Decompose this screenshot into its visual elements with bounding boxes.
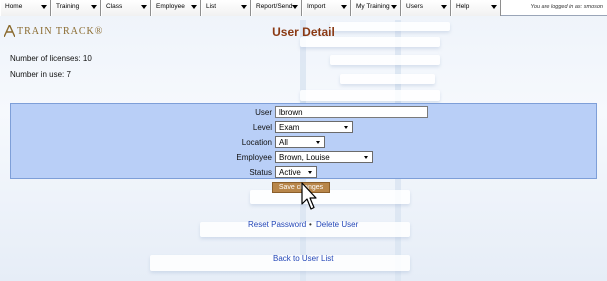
location-selected-value: All — [279, 138, 288, 147]
status-label: Status — [249, 168, 272, 177]
chevron-down-icon — [292, 5, 298, 9]
user-label: User — [255, 108, 272, 117]
user-row: User — [11, 106, 598, 119]
menu-help[interactable]: Help — [451, 0, 501, 16]
level-label: Level — [252, 123, 272, 132]
level-row: Level Exam — [11, 121, 598, 134]
rail-sleeper — [330, 55, 440, 65]
license-in-use: Number in use: 7 — [10, 70, 71, 79]
location-row: Location All — [11, 136, 598, 149]
employee-selected-value: Brown, Louise — [279, 153, 330, 162]
menu-report-send-label: Report/Send — [256, 3, 293, 10]
delete-user-link[interactable]: Delete User — [316, 220, 358, 229]
reset-password-link[interactable]: Reset Password — [248, 220, 306, 229]
status-row: Status Active — [11, 166, 598, 179]
menu-class[interactable]: Class — [101, 0, 151, 16]
chevron-down-icon — [141, 5, 147, 9]
chevron-down-icon — [344, 126, 348, 129]
menu-training[interactable]: Training — [51, 0, 101, 16]
menu-users[interactable]: Users — [401, 0, 451, 16]
user-input[interactable] — [275, 106, 428, 118]
menu-users-label: Users — [406, 3, 423, 10]
menu-training-label: Training — [56, 3, 80, 10]
employee-label: Employee — [236, 153, 272, 162]
menu-import-label: Import — [307, 3, 326, 10]
menu-import[interactable]: Import — [302, 0, 351, 16]
menu-report-send[interactable]: Report/Send — [251, 0, 302, 16]
main-menu-bar: Home Training Class Employee List Report… — [0, 0, 607, 16]
login-status: You are logged in as: smoson — [530, 4, 603, 10]
menu-my-training[interactable]: My Training — [351, 0, 401, 16]
license-count: Number of licenses: 10 — [10, 54, 92, 63]
menu-list[interactable]: List — [201, 0, 251, 16]
chevron-down-icon — [364, 156, 368, 159]
menu-employee[interactable]: Employee — [151, 0, 201, 16]
level-select[interactable]: Exam — [275, 121, 353, 133]
menu-list-label: List — [206, 3, 217, 10]
employee-select[interactable]: Brown, Louise — [275, 151, 373, 163]
chevron-down-icon — [41, 5, 47, 9]
user-form-panel: User Level Exam Location All Employee Br… — [10, 103, 597, 179]
chevron-down-icon — [491, 5, 497, 9]
status-selected-value: Active — [279, 168, 301, 177]
chevron-down-icon — [191, 5, 197, 9]
chevron-down-icon — [341, 5, 347, 9]
menu-employee-label: Employee — [156, 3, 185, 10]
page-title: User Detail — [272, 25, 335, 39]
menu-help-label: Help — [456, 3, 470, 10]
menu-home-label: Home — [5, 3, 23, 10]
chevron-down-icon — [441, 5, 447, 9]
menu-my-training-label: My Training — [356, 3, 390, 10]
mouse-pointer-icon — [301, 182, 317, 210]
location-label: Location — [241, 138, 272, 147]
location-select[interactable]: All — [275, 136, 325, 148]
status-select[interactable]: Active — [275, 166, 317, 178]
link-separator: • — [309, 220, 312, 229]
back-to-user-list-link[interactable]: Back to User List — [273, 254, 333, 263]
chevron-down-icon — [308, 171, 312, 174]
chevron-down-icon — [91, 5, 97, 9]
employee-row: Employee Brown, Louise — [11, 151, 598, 164]
level-selected-value: Exam — [279, 123, 300, 132]
rail-sleeper — [340, 74, 435, 84]
menu-home[interactable]: Home — [0, 0, 51, 16]
menu-class-label: Class — [106, 3, 123, 10]
chevron-down-icon — [316, 141, 320, 144]
rail-sleeper — [300, 90, 440, 101]
chevron-down-icon — [391, 5, 397, 9]
chevron-down-icon — [241, 5, 247, 9]
